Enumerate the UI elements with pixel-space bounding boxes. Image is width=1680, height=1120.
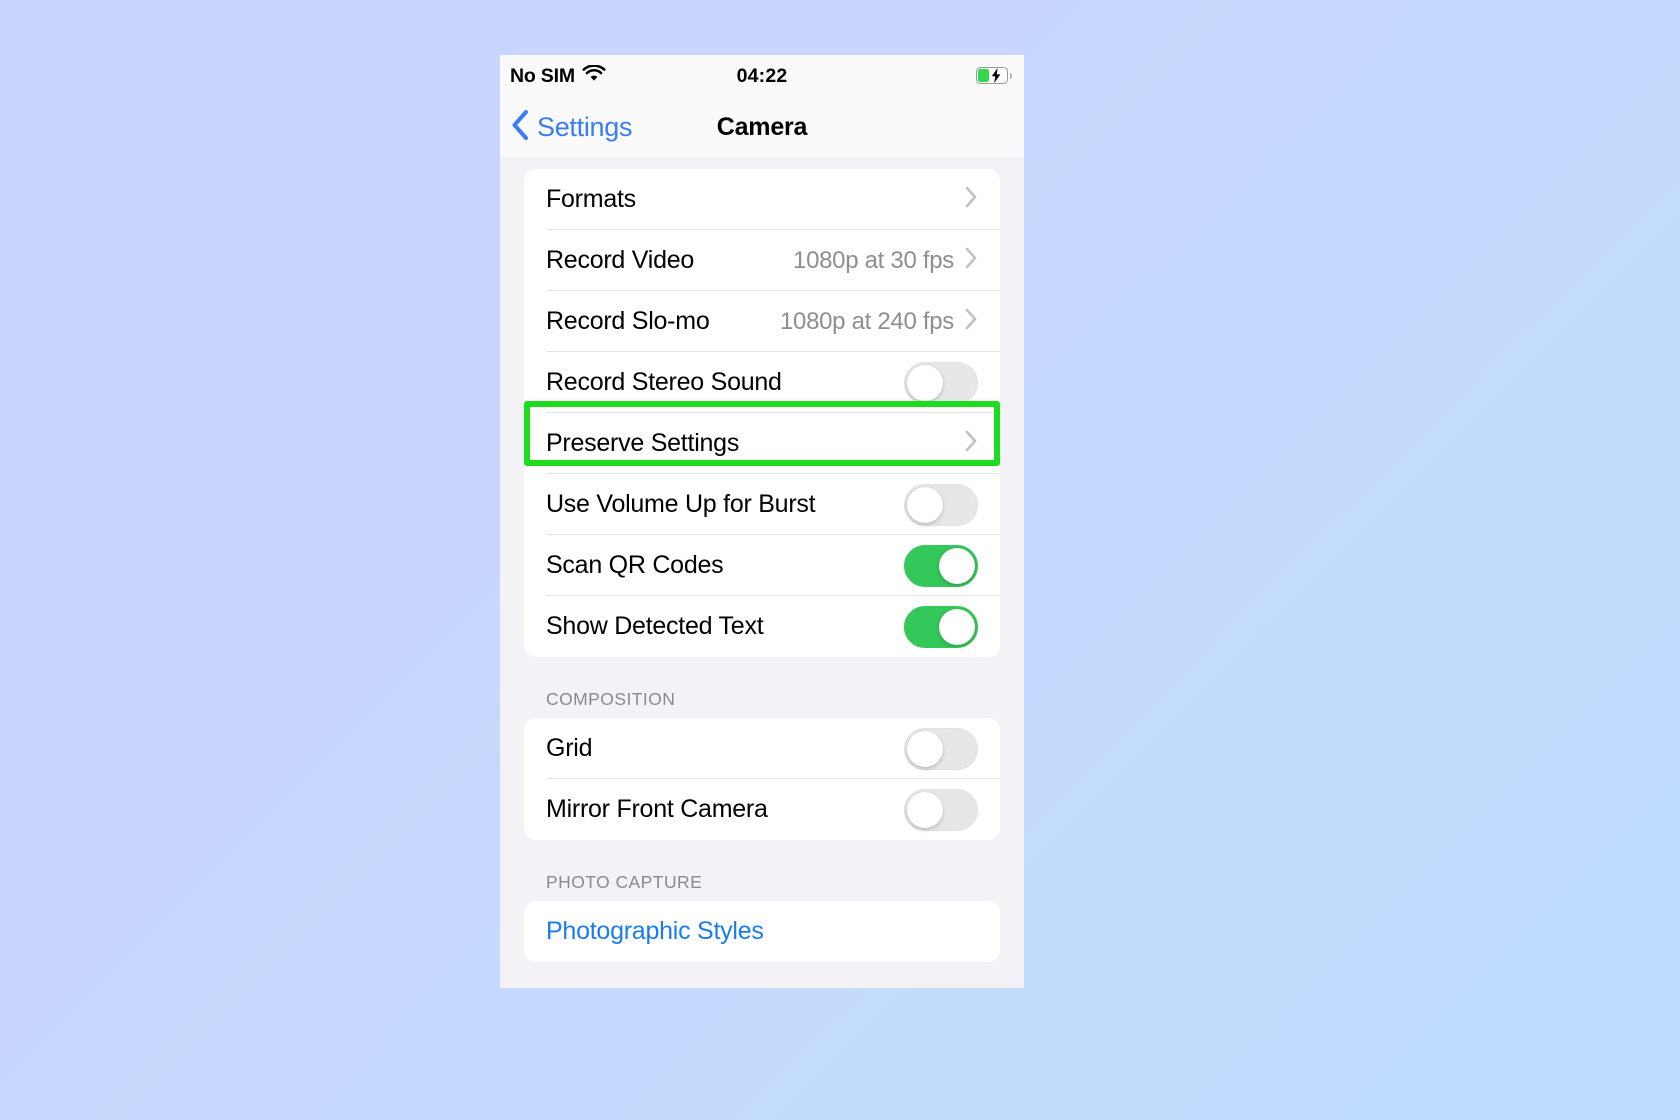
row-record-stereo-sound[interactable]: Record Stereo Sound: [524, 352, 1000, 413]
chevron-right-icon: [964, 246, 978, 275]
chevron-right-icon: [964, 429, 978, 458]
section-header-photo-capture: PHOTO CAPTURE: [546, 872, 703, 892]
settings-group-video: Formats Record Video 1080p at 30 fps Rec…: [524, 169, 1000, 657]
row-label: Formats: [546, 185, 636, 213]
toggle-mirror-front-camera[interactable]: [904, 788, 978, 831]
row-photographic-styles[interactable]: Photographic Styles: [524, 901, 1000, 962]
row-record-slo-mo[interactable]: Record Slo-mo 1080p at 240 fps: [524, 291, 1000, 352]
chevron-right-icon: [964, 307, 978, 336]
phone-screen: No SIM 04:22 Settings Camera Formats Rec…: [500, 55, 1024, 988]
toggle-use-volume-up-for-burst[interactable]: [904, 483, 978, 526]
row-mirror-front-camera[interactable]: Mirror Front Camera: [524, 779, 1000, 840]
row-label: Photographic Styles: [546, 917, 764, 945]
row-value: 1080p at 30 fps: [793, 246, 954, 274]
battery-charging-icon: [976, 67, 1012, 85]
toggle-scan-qr-codes[interactable]: [904, 544, 978, 587]
clock-label: 04:22: [736, 64, 788, 87]
row-label: Scan QR Codes: [546, 551, 724, 579]
row-label: Preserve Settings: [546, 429, 740, 457]
settings-list: Formats Record Video 1080p at 30 fps Rec…: [500, 169, 1024, 988]
row-label: Record Video: [546, 246, 695, 274]
toggle-grid[interactable]: [904, 727, 978, 770]
row-label: Grid: [546, 734, 593, 762]
row-grid[interactable]: Grid: [524, 718, 1000, 779]
row-value: 1080p at 240 fps: [779, 307, 954, 335]
status-bar-right: [976, 67, 1012, 85]
section-header-composition: COMPOSITION: [546, 689, 676, 709]
row-record-video[interactable]: Record Video 1080p at 30 fps: [524, 230, 1000, 291]
row-label: Record Stereo Sound: [546, 368, 782, 396]
row-label: Record Slo-mo: [546, 307, 710, 335]
settings-group-photo-capture: Photographic Styles: [524, 901, 1000, 962]
row-show-detected-text[interactable]: Show Detected Text: [524, 596, 1000, 657]
row-scan-qr-codes[interactable]: Scan QR Codes: [524, 535, 1000, 596]
row-label: Use Volume Up for Burst: [546, 490, 816, 518]
status-bar: No SIM 04:22: [500, 55, 1024, 97]
settings-group-composition: Grid Mirror Front Camera: [524, 718, 1000, 840]
row-label: Mirror Front Camera: [546, 795, 768, 823]
navigation-bar: Settings Camera: [500, 97, 1024, 157]
toggle-record-stereo-sound[interactable]: [904, 361, 978, 404]
chevron-right-icon: [964, 185, 978, 214]
row-use-volume-up-for-burst[interactable]: Use Volume Up for Burst: [524, 474, 1000, 535]
row-label: Show Detected Text: [546, 612, 764, 640]
page-title: Camera: [716, 112, 808, 141]
row-preserve-settings[interactable]: Preserve Settings: [524, 413, 1000, 474]
toggle-show-detected-text[interactable]: [904, 605, 978, 648]
row-formats[interactable]: Formats: [524, 169, 1000, 230]
